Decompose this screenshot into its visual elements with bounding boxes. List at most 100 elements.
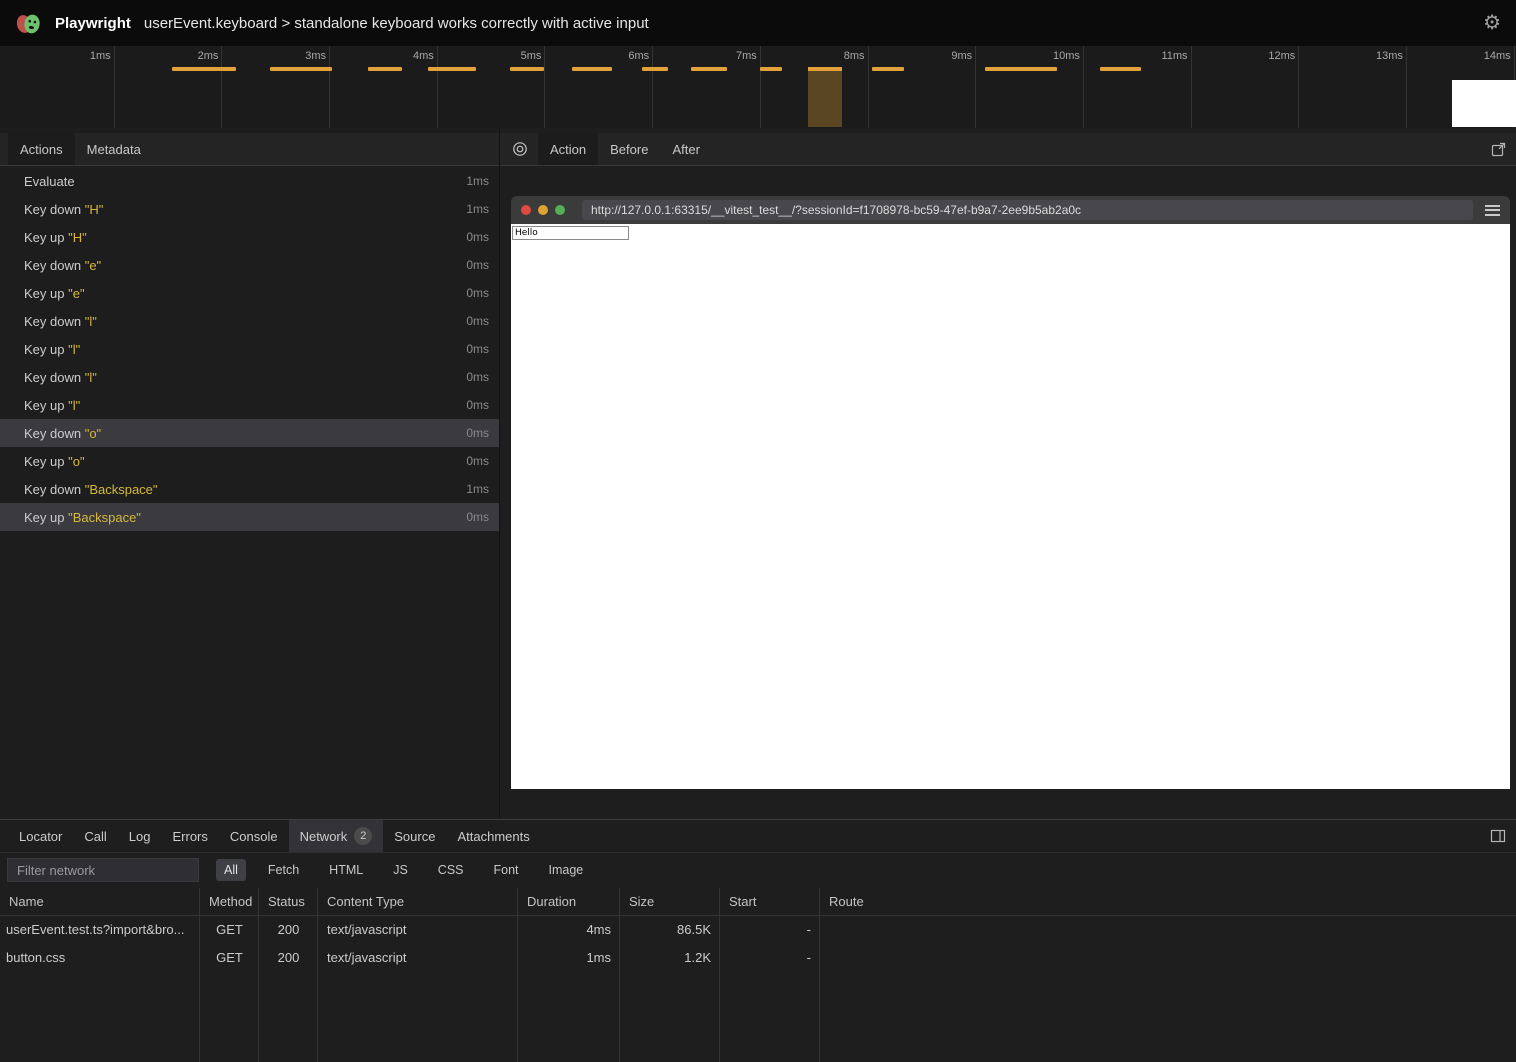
action-row[interactable]: Key down "o" 0ms: [0, 419, 499, 447]
trace-title: userEvent.keyboard > standalone keyboard…: [144, 15, 649, 32]
network-request-row[interactable]: userEvent.test.ts?import&bro... GET 200 …: [0, 916, 1516, 944]
action-row[interactable]: Key down "l" 0ms: [0, 307, 499, 335]
snapshot-pane: Action Before After http://127.0.0.1:633…: [500, 128, 1516, 819]
actions-pane: Actions Metadata Evaluate 1ms Key down "…: [0, 128, 499, 819]
action-row[interactable]: Key down "H" 1ms: [0, 195, 499, 223]
action-duration: 0ms: [466, 454, 489, 468]
network-filter-chip[interactable]: JS: [385, 859, 416, 881]
traffic-light-red-icon: [521, 205, 531, 215]
action-duration: 0ms: [466, 370, 489, 384]
request-status: 200: [259, 916, 318, 944]
action-key-value: "l": [85, 314, 97, 329]
timeline-tick-label: 10ms: [1053, 50, 1080, 62]
timeline[interactable]: 1ms 2ms 3ms 4ms 5ms 6ms 7ms 8ms 9ms 10ms…: [0, 46, 1516, 128]
pick-locator-target-icon[interactable]: [508, 133, 538, 165]
traffic-light-green-icon: [555, 205, 565, 215]
snapshot-tab[interactable]: Before: [598, 133, 660, 165]
request-method: GET: [200, 944, 259, 972]
action-label: Key up "e": [24, 286, 85, 301]
open-snapshot-popout-icon[interactable]: [1481, 133, 1516, 165]
action-label: Key up "l": [24, 342, 80, 357]
network-request-row[interactable]: button.css GET 200 text/javascript 1ms 1…: [0, 944, 1516, 972]
column-header-status[interactable]: Status: [259, 888, 318, 915]
details-tab[interactable]: Source: [383, 820, 446, 852]
timeline-segment: 11ms: [1084, 46, 1192, 128]
column-header-name[interactable]: Name: [0, 888, 200, 915]
action-row[interactable]: Evaluate 1ms: [0, 167, 499, 195]
timeline-grid: 1ms 2ms 3ms 4ms 5ms 6ms 7ms 8ms 9ms 10ms…: [0, 46, 1516, 128]
snapshot-page: Hello: [511, 224, 1510, 789]
action-row[interactable]: Key up "e" 0ms: [0, 279, 499, 307]
action-label: Key down "l": [24, 370, 97, 385]
action-row[interactable]: Key up "o" 0ms: [0, 447, 499, 475]
timeline-action-bar: [1100, 67, 1141, 71]
action-row[interactable]: Key up "Backspace" 0ms: [0, 503, 499, 531]
actions-pane-tab[interactable]: Actions: [8, 133, 75, 165]
timeline-segment: 3ms: [222, 46, 330, 128]
action-key-value: "o": [68, 454, 84, 469]
request-route: [820, 944, 1516, 972]
snapshot-toolbar: Action Before After: [500, 133, 1516, 166]
network-filter-chip[interactable]: Fetch: [260, 859, 307, 881]
toggle-split-view-icon[interactable]: [1480, 820, 1516, 852]
chip-label: Fetch: [268, 863, 299, 877]
details-tab[interactable]: Call: [73, 820, 117, 852]
timeline-tick-label: 5ms: [521, 50, 542, 62]
tab-label: Source: [394, 829, 435, 844]
timeline-hover-thumbnail: [1452, 80, 1516, 127]
action-duration: 1ms: [466, 202, 489, 216]
network-table: Name Method Status Content Type Duration…: [0, 888, 1516, 1062]
timeline-action-bar: [510, 67, 544, 71]
details-tab[interactable]: Console: [219, 820, 289, 852]
timeline-action-bar: [985, 67, 1057, 71]
column-header-size[interactable]: Size: [620, 888, 720, 915]
column-header-start[interactable]: Start: [720, 888, 820, 915]
network-filter-chip[interactable]: Image: [541, 859, 592, 881]
tab-label: Actions: [20, 142, 63, 157]
action-row[interactable]: Key up "H" 0ms: [0, 223, 499, 251]
action-row[interactable]: Key down "e" 0ms: [0, 251, 499, 279]
tab-label: Call: [84, 829, 106, 844]
details-tab[interactable]: Attachments: [446, 820, 540, 852]
action-row[interactable]: Key up "l" 0ms: [0, 335, 499, 363]
snapshot-tabs: Action Before After: [538, 133, 712, 165]
timeline-tick-label: 12ms: [1268, 50, 1295, 62]
snapshot-tab[interactable]: After: [660, 133, 711, 165]
action-row[interactable]: Key down "Backspace" 1ms: [0, 475, 499, 503]
network-filter-chip[interactable]: Font: [486, 859, 527, 881]
details-tab[interactable]: Network 2: [289, 820, 384, 852]
network-filter-chip[interactable]: All: [216, 859, 246, 881]
timeline-segment: 13ms: [1299, 46, 1407, 128]
timeline-tick-label: 14ms: [1484, 50, 1511, 62]
column-header-route[interactable]: Route: [820, 888, 1516, 915]
action-row[interactable]: Key down "l" 0ms: [0, 363, 499, 391]
action-label: Key up "H": [24, 230, 87, 245]
column-header-duration[interactable]: Duration: [518, 888, 620, 915]
action-duration: 0ms: [466, 286, 489, 300]
action-row[interactable]: Key up "l" 0ms: [0, 391, 499, 419]
network-table-rows: userEvent.test.ts?import&bro... GET 200 …: [0, 916, 1516, 972]
details-panel: Locator Call Log Errors Console Network: [0, 819, 1516, 1062]
timeline-segment: 7ms: [653, 46, 761, 128]
network-filter-chip[interactable]: CSS: [430, 859, 472, 881]
chip-label: JS: [393, 863, 408, 877]
network-filter-chip[interactable]: HTML: [321, 859, 371, 881]
details-tab[interactable]: Log: [118, 820, 162, 852]
details-tab[interactable]: Locator: [8, 820, 73, 852]
column-header-method[interactable]: Method: [200, 888, 259, 915]
actions-pane-tab[interactable]: Metadata: [75, 133, 153, 165]
column-header-content-type[interactable]: Content Type: [318, 888, 518, 915]
action-label: Key up "o": [24, 454, 85, 469]
menu-icon: [1485, 205, 1500, 216]
tab-label: Action: [550, 142, 586, 157]
settings-gear-icon[interactable]: ⚙: [1483, 13, 1501, 33]
snapshot-browser-chrome: http://127.0.0.1:63315/__vitest_test__/?…: [511, 196, 1510, 224]
timeline-segment: 10ms: [976, 46, 1084, 128]
snapshot-tab[interactable]: Action: [538, 133, 598, 165]
chip-label: All: [224, 863, 238, 877]
details-tab[interactable]: Errors: [161, 820, 218, 852]
action-duration: 0ms: [466, 342, 489, 356]
filter-network-input[interactable]: [7, 858, 199, 882]
action-key-value: "Backspace": [68, 510, 141, 525]
action-duration: 0ms: [466, 314, 489, 328]
